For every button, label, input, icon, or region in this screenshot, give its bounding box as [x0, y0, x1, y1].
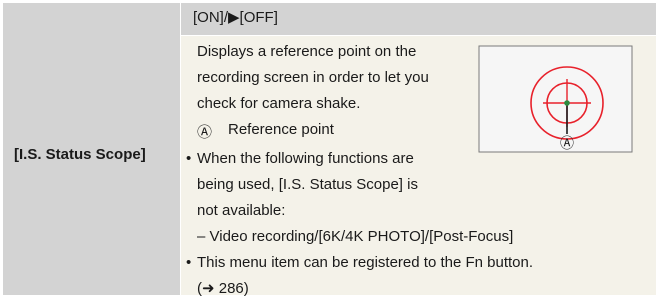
description-cell: Displays a reference point on the record…	[181, 36, 656, 297]
options-cell: [ON]/▶[OFF]	[181, 3, 656, 35]
reference-marker: Ⓐ	[197, 124, 213, 141]
bullet-2-text: This menu item can be registered to the …	[197, 254, 534, 271]
reference-point-dot	[564, 100, 570, 106]
page-reference: (➜ 286)	[197, 280, 249, 297]
bullet-1-line-2: being used, [I.S. Status Scope] is	[197, 176, 418, 193]
setting-label-cell: [I.S. Status Scope]	[3, 3, 180, 295]
settings-table: [I.S. Status Scope] [ON]/▶[OFF] Displays…	[0, 0, 659, 297]
bullet-2-marker: •	[186, 254, 192, 271]
status-scope-illustration: Ⓐ	[478, 45, 633, 153]
callout-marker: Ⓐ	[560, 136, 574, 152]
dash-item: – Video recording/[6K/4K PHOTO]/[Post-Fo…	[197, 228, 514, 245]
description-line-3: check for camera shake.	[197, 95, 361, 112]
options-value: [ON]/▶[OFF]	[193, 9, 278, 26]
reference-label: Reference point	[228, 121, 334, 138]
screen-frame	[478, 45, 633, 153]
bullet-1-line-3: not available:	[197, 202, 286, 219]
bullet-1-marker: •	[186, 150, 192, 167]
description-line-1: Displays a reference point on the	[197, 43, 417, 60]
description-line-2: recording screen in order to let you	[197, 69, 429, 86]
bullet-1-line-1: When the following functions are	[197, 150, 414, 167]
setting-name: [I.S. Status Scope]	[14, 146, 146, 163]
